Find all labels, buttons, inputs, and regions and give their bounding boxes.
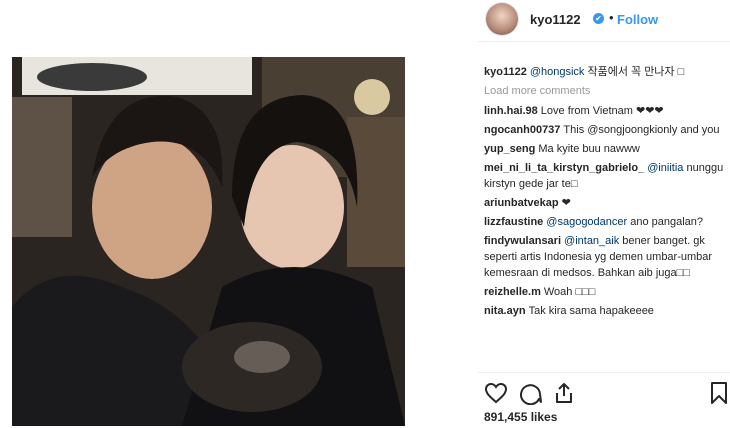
comment-text: ano pangalan? [627,216,704,228]
likes-count[interactable]: 891,455 likes [484,410,557,424]
comment-icon[interactable] [519,381,543,410]
comment-username[interactable]: yup_seng [484,143,535,155]
post-header: kyo1122 ✔ • Follow [478,0,730,41]
header-divider [478,41,730,42]
header-username[interactable]: kyo1122 [530,12,581,27]
photo-illustration [12,57,405,426]
follow-button[interactable]: Follow [617,12,658,27]
comment-mention[interactable]: @sagogodancer [546,216,627,228]
comment-text: Love from Vietnam ❤❤❤ [540,105,664,117]
bookmark-icon[interactable] [710,381,728,410]
comment-username[interactable]: ngocanh00737 [484,124,560,136]
caption: kyo1122 @hongsick 작품에서 꼭 만나자 □ [484,64,724,80]
comment-text: Woah □□□ [543,286,596,298]
comment-text: Tak kira sama hapakeeee [528,305,654,317]
comment-item: mei_ni_li_ta_kirstyn_gabrielo_ @iniitia n… [484,160,724,192]
comment-item: ariunbatvekap ❤ [484,195,724,211]
comment-text: ❤ [561,197,571,209]
comment-username[interactable]: linh.hai.98 [484,105,538,117]
comment-item: findywulansari @intan_aik bener banget. g… [484,233,724,281]
comment-username[interactable]: lizzfaustine [484,216,543,228]
comment-mention[interactable]: @intan_aik [564,235,619,247]
comment-item: linh.hai.98 Love from Vietnam ❤❤❤ [484,103,724,119]
post-photo[interactable] [12,57,405,426]
comment-text: Ma kyite buu nawww [538,143,640,155]
caption-text: 작품에서 꼭 만나자 □ [584,66,685,78]
avatar[interactable] [486,3,518,35]
actions-divider [478,372,730,373]
share-icon[interactable] [552,381,576,410]
comment-item: lizzfaustine @sagogodancer ano pangalan? [484,214,724,230]
comment-username[interactable]: ariunbatvekap [484,197,559,209]
caption-username[interactable]: kyo1122 [484,66,527,78]
comment-item: nita.ayn Tak kira sama hapakeeee [484,303,724,319]
comment-mention[interactable]: @iniitia [647,162,683,174]
comment-username[interactable]: reizhelle.m [484,286,541,298]
comment-item: yup_seng Ma kyite buu nawww [484,141,724,157]
comment-username[interactable]: findywulansari [484,235,561,247]
comment-item: reizhelle.m Woah □□□ [484,284,724,300]
comments-list[interactable]: kyo1122 @hongsick 작품에서 꼭 만나자 □ Load more … [484,64,724,370]
verified-badge-icon: ✔ [593,13,604,24]
load-more-comments-button[interactable]: Load more comments [484,83,724,99]
caption-mention[interactable]: @hongsick [530,66,585,78]
action-bar [484,381,727,410]
comment-username[interactable]: mei_ni_li_ta_kirstyn_gabrielo_ [484,162,644,174]
separator-dot: • [609,10,614,25]
comment-text: This @songjoongkionly and you [563,124,720,136]
comment-item: ngocanh00737 This @songjoongkionly and yo… [484,122,724,138]
heart-icon[interactable] [484,381,508,410]
comment-username[interactable]: nita.ayn [484,305,526,317]
